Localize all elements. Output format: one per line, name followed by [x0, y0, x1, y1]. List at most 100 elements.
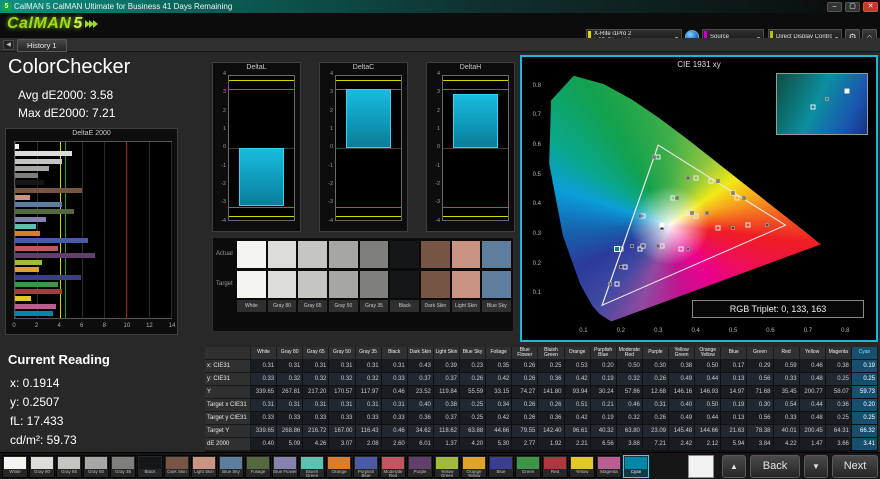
patch-button-gray-65[interactable]: Gray 65: [56, 455, 82, 478]
reading-y-value: y: 0.2507: [10, 395, 60, 409]
patch-button-orange-yellow[interactable]: Orange Yellow: [461, 455, 487, 478]
patch-color: [436, 457, 458, 469]
actual-swatch-blue-sky: [482, 241, 512, 268]
table-cell: 34.62: [407, 425, 434, 438]
table-cell: 79.55: [512, 425, 539, 438]
patch-button-moderate-red[interactable]: Moderate Red: [380, 455, 406, 478]
white-pattern-button[interactable]: [688, 455, 714, 478]
patch-label: Light Skin: [194, 470, 214, 474]
chart-deltac[interactable]: DeltaC 4 3 2 1 0 -1 -2 -3 -4: [319, 62, 408, 232]
cie-xaxis: 0.1 0.2 0.3 0.4 0.5 0.6 0.7 0.8: [546, 328, 864, 336]
patch-button-blue[interactable]: Blue: [488, 455, 514, 478]
y-tick-label: 3: [436, 89, 440, 96]
reading-cdm2-value: cd/m²: 59.73: [10, 433, 77, 447]
table-cell: 35.45: [773, 386, 800, 399]
table-cell: 0.34: [486, 399, 513, 412]
table-cell: 40.01: [773, 425, 800, 438]
patch-color: [328, 457, 350, 469]
deltae-bar-yellow-green: [15, 260, 171, 266]
row-header: Target y CIE31: [205, 412, 251, 425]
table-cell: 3.84: [747, 438, 774, 451]
table-cell: 0.43: [407, 360, 434, 373]
y-tick-label: -3: [328, 199, 333, 206]
patch-button-red[interactable]: Red: [542, 455, 568, 478]
patch-button-light-skin[interactable]: Light Skin: [191, 455, 217, 478]
patch-color: [166, 457, 188, 469]
patch-button-bluish-green[interactable]: Bluish Green: [299, 455, 325, 478]
row-header: Y: [205, 386, 251, 399]
chart-deltah[interactable]: DeltaH 4 3 2 1 0 -1 -2 -3 -4: [426, 62, 515, 232]
table-cell: 1.92: [538, 438, 565, 451]
table-cell: 14.97: [721, 386, 748, 399]
y-tick-label: 0.8: [532, 82, 541, 89]
patch-button-black[interactable]: Black: [137, 455, 163, 478]
minimize-button[interactable]: –: [827, 1, 842, 12]
y-tick-label: -1: [328, 162, 333, 169]
patch-button-purplish-blue[interactable]: Purplish Blue: [353, 455, 379, 478]
table-cell: 21.63: [721, 425, 748, 438]
delta-bar: [238, 148, 285, 206]
patch-button-dark-skin[interactable]: Dark Skin: [164, 455, 190, 478]
ref-line-zero: [443, 148, 508, 149]
column-header-gray-80: Gray 80: [277, 347, 304, 360]
patch-button-foliage[interactable]: Foliage: [245, 455, 271, 478]
deltae-2000-chart[interactable]: DeltaE 2000 0 2 4 6 8 10 12 14: [5, 128, 178, 335]
close-button[interactable]: ✕: [863, 1, 878, 12]
reading-x-value: x: 0.1914: [10, 376, 60, 390]
patch-button-cyan[interactable]: Cyan: [623, 455, 649, 478]
patch-button-blue-flower[interactable]: Blue Flower: [272, 455, 298, 478]
table-cell: 5.94: [721, 438, 748, 451]
patch-button-yellow-green[interactable]: Yellow Green: [434, 455, 460, 478]
next-button[interactable]: Next: [832, 455, 878, 478]
table-cell: 0.32: [616, 412, 643, 425]
y-tick-label: -2: [328, 180, 333, 187]
chart-deltal[interactable]: DeltaL 4 3 2 1 0 -1 -2 -3 -4: [212, 62, 301, 232]
patch-button-blue-sky[interactable]: Blue Sky: [218, 455, 244, 478]
history-back-icon[interactable]: ◀: [3, 40, 14, 50]
y-tick-label: 1: [329, 125, 333, 132]
cie-measured-blue-sky: [630, 243, 635, 248]
table-cell: 0.36: [825, 399, 852, 412]
swatch-compare-panel[interactable]: Actual Target White Gray 80 Gray 65 Gray 50…: [212, 237, 514, 332]
cie-1931-chart[interactable]: CIE 1931 xy 0.1 0.2 0.3 0.4 0.5 0.6 0.7 0.8 0.1…: [520, 55, 878, 342]
table-cell: 33.15: [486, 386, 513, 399]
patch-label: Magenta: [600, 470, 618, 474]
actual-swatch-gray-80: [267, 241, 297, 268]
back-button[interactable]: Back: [750, 455, 800, 478]
swatch-names: White Gray 80 Gray 65 Gray 50 Gray 35 Black Da…: [237, 300, 512, 312]
table-cell: 217.20: [303, 386, 330, 399]
table-cell: 117.97: [355, 386, 382, 399]
y-tick-label: 0: [329, 144, 333, 151]
table-cell: 0.33: [381, 412, 408, 425]
patch-button-gray-35[interactable]: Gray 35: [110, 455, 136, 478]
table-cell: 0.26: [460, 373, 487, 386]
table-cell: 23.09: [642, 425, 669, 438]
deltae-bar-blue: [15, 274, 171, 280]
tab-history-1[interactable]: History 1: [17, 39, 67, 52]
patch-button-purple[interactable]: Purple: [407, 455, 433, 478]
maximize-button[interactable]: ▢: [845, 1, 860, 12]
table-cell: 0.42: [564, 412, 591, 425]
deltae-bar-purplish-blue: [15, 238, 171, 244]
y-tick-label: 3: [222, 89, 226, 96]
patch-button-gray-80[interactable]: Gray 80: [29, 455, 55, 478]
cie-target-blue: [614, 281, 620, 287]
patch-button-white[interactable]: White: [2, 455, 28, 478]
column-header-light-skin: Light Skin: [433, 347, 460, 360]
patch-button-orange[interactable]: Orange: [326, 455, 352, 478]
patch-button-gray-50[interactable]: Gray 50: [83, 455, 109, 478]
table-cell: 0.31: [355, 399, 382, 412]
pattern-up-button[interactable]: ▲: [722, 455, 746, 478]
patch-label: Gray 35: [114, 470, 131, 474]
patch-color: [112, 457, 134, 469]
deltae-bar-black: [15, 180, 171, 186]
patch-button-yellow[interactable]: Yellow: [569, 455, 595, 478]
table-corner: [205, 347, 251, 360]
swatch-name: Light Skin: [451, 300, 481, 312]
table-cell: 0.31: [277, 360, 304, 373]
pattern-down-button[interactable]: ▼: [804, 455, 828, 478]
reading-fl-value: fL: 17.433: [10, 414, 64, 428]
deltae-bar-green: [15, 281, 171, 287]
patch-button-green[interactable]: Green: [515, 455, 541, 478]
patch-button-magenta[interactable]: Magenta: [596, 455, 622, 478]
